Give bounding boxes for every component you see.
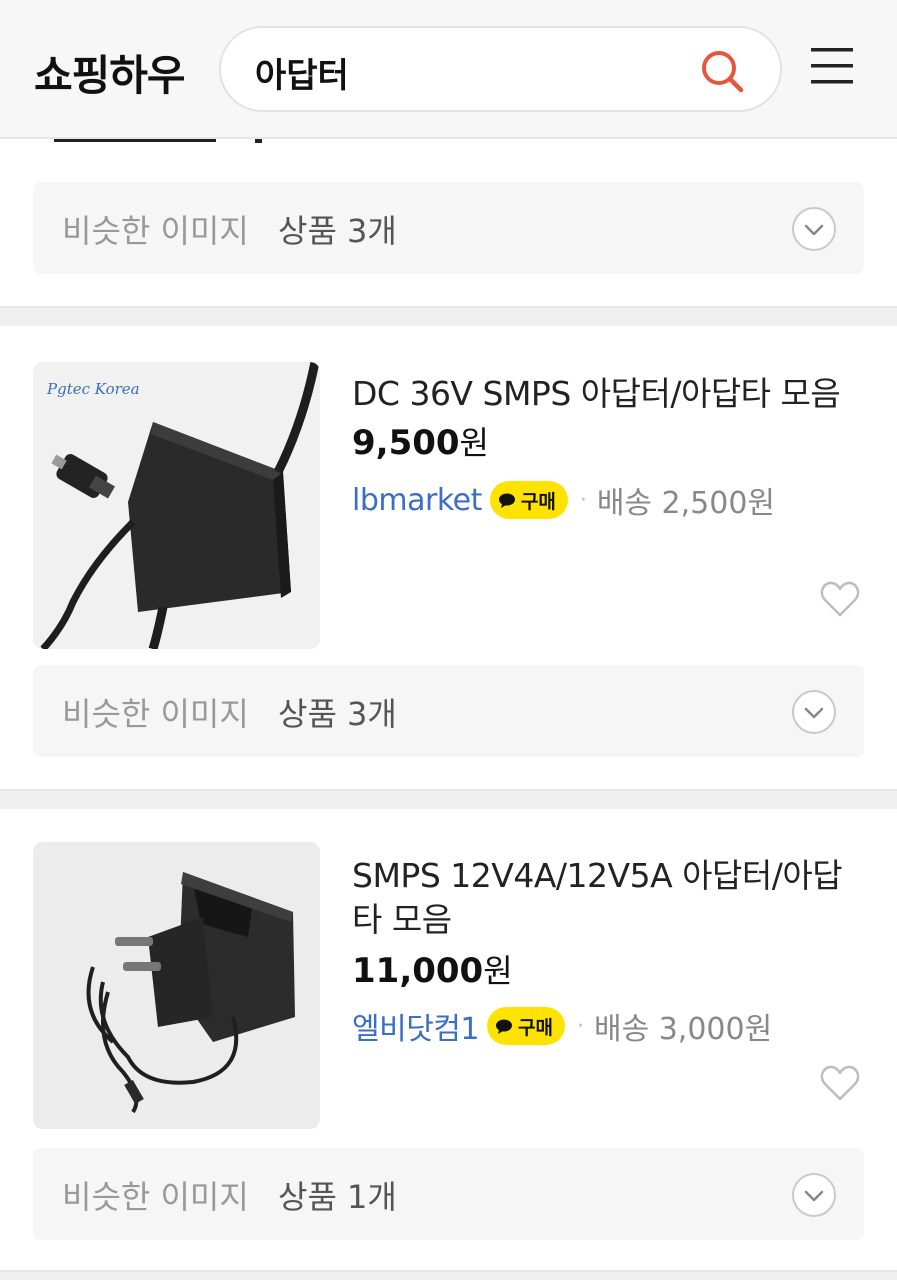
cut-off-content bbox=[255, 139, 262, 143]
similar-images-label: 비슷한 이미지 bbox=[62, 212, 249, 250]
search-input[interactable]: 아답터 bbox=[255, 48, 349, 97]
section-divider bbox=[0, 789, 897, 809]
talk-buy-badge[interactable]: 구매 bbox=[487, 1007, 565, 1045]
price-currency: 원 bbox=[483, 952, 513, 990]
similar-count: 상품 3개 bbox=[278, 695, 397, 733]
adapter-image: Pgtec Korea bbox=[33, 362, 320, 649]
seller-link[interactable]: lbmarket bbox=[352, 483, 482, 518]
heart-icon[interactable] bbox=[820, 1064, 860, 1102]
hamburger-menu-icon[interactable] bbox=[811, 46, 853, 86]
badge-label: 구매 bbox=[520, 490, 556, 513]
similar-count: 상품 3개 bbox=[278, 212, 397, 250]
similar-images-bar[interactable]: 비슷한 이미지 상품 1개 bbox=[33, 1148, 864, 1240]
product-price: 11,000원 bbox=[352, 946, 513, 992]
chat-bubble-icon bbox=[498, 493, 515, 508]
cut-off-content bbox=[54, 139, 216, 142]
chevron-down-icon[interactable] bbox=[791, 1172, 837, 1218]
top-header: 쇼핑하우 아답터 bbox=[0, 0, 897, 139]
product-title[interactable]: SMPS 12V4A/12V5A 아답터/아답타 모음 bbox=[352, 854, 862, 942]
section-divider bbox=[0, 1270, 897, 1280]
search-bar[interactable]: 아답터 bbox=[219, 26, 782, 112]
section-divider bbox=[0, 306, 897, 326]
chat-bubble-icon bbox=[496, 1019, 512, 1034]
shipping-fee: 배송 3,000원 bbox=[593, 1012, 773, 1047]
site-logo[interactable]: 쇼핑하우 bbox=[34, 42, 186, 103]
search-icon[interactable] bbox=[699, 48, 745, 94]
similar-images-label: 비슷한 이미지 bbox=[62, 695, 249, 733]
seller-row: 엘비닷컴1 구매 · 배송 3,000원 bbox=[352, 1004, 772, 1048]
similar-count: 상품 1개 bbox=[278, 1178, 397, 1216]
chevron-down-icon[interactable] bbox=[791, 206, 837, 252]
product-price: 9,500원 bbox=[352, 418, 489, 464]
separator-dot: · bbox=[576, 1013, 584, 1039]
chevron-down-icon[interactable] bbox=[791, 689, 837, 735]
price-value: 9,500 bbox=[352, 423, 460, 463]
product-image[interactable] bbox=[33, 842, 320, 1129]
talk-buy-badge[interactable]: 구매 bbox=[489, 481, 568, 519]
similar-images-bar[interactable]: 비슷한 이미지 상품 3개 bbox=[33, 665, 864, 757]
brand-watermark: Pgtec Korea bbox=[46, 380, 140, 398]
price-currency: 원 bbox=[459, 424, 489, 462]
product-title[interactable]: DC 36V SMPS 아답터/아답타 모음 bbox=[352, 372, 862, 416]
badge-label: 구매 bbox=[518, 1016, 553, 1039]
seller-link[interactable]: 엘비닷컴1 bbox=[352, 1004, 480, 1048]
product-image[interactable]: Pgtec Korea bbox=[33, 362, 320, 649]
seller-row: lbmarket 구매 · 배송 2,500원 bbox=[352, 478, 775, 522]
separator-dot: · bbox=[579, 487, 587, 513]
heart-icon[interactable] bbox=[820, 580, 860, 618]
price-value: 11,000 bbox=[352, 951, 484, 991]
similar-images-label: 비슷한 이미지 bbox=[62, 1178, 249, 1216]
shipping-fee: 배송 2,500원 bbox=[596, 486, 776, 521]
similar-images-bar[interactable]: 비슷한 이미지 상품 3개 bbox=[33, 182, 864, 274]
adapter-image bbox=[33, 842, 320, 1129]
